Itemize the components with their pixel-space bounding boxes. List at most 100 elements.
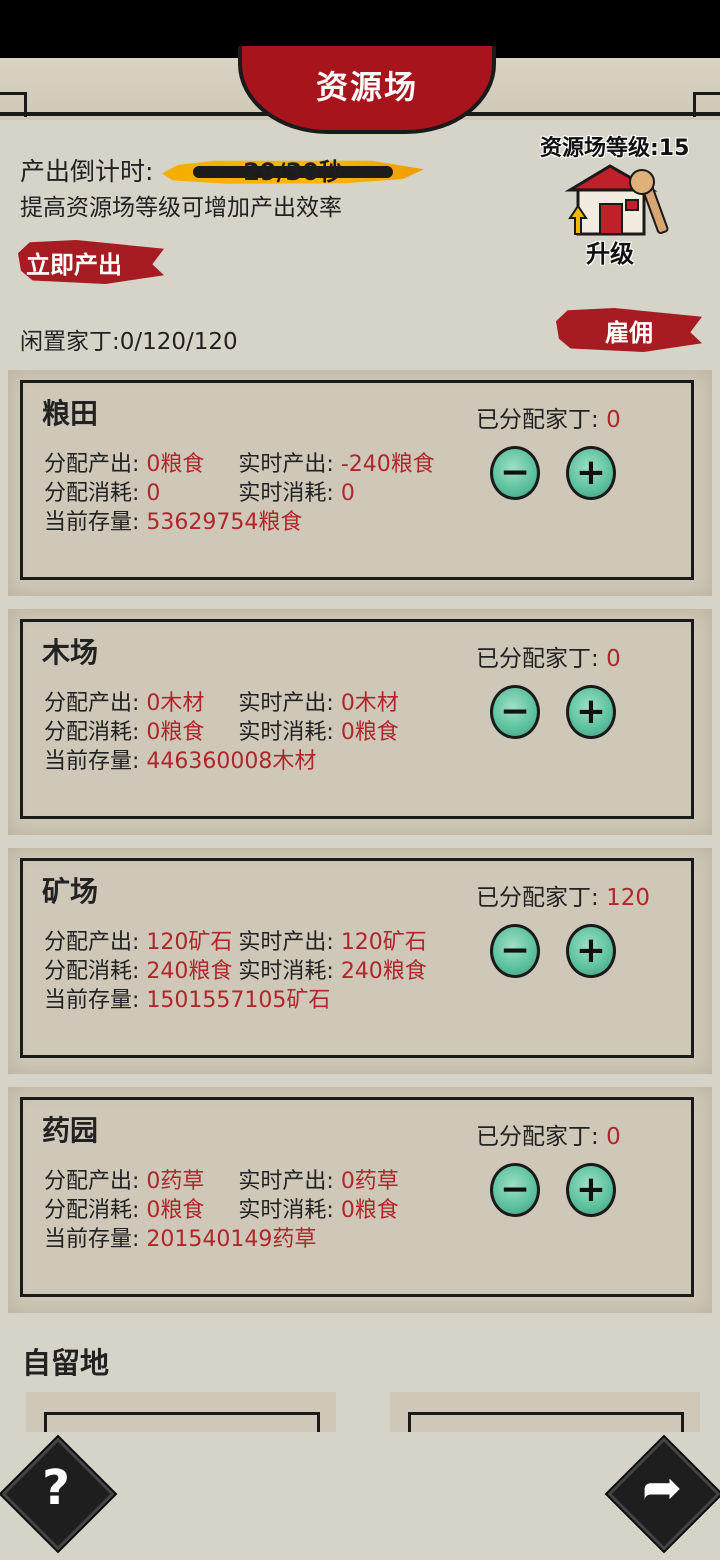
produce-now-button[interactable]: 立即产出 [18,240,164,284]
assign-output-row: 分配产出: 0药草 实时产出: 0药草 [44,1163,399,1195]
assign-cost-row: 分配消耗: 0 实时消耗: 0 [44,475,355,507]
countdown-label: 产出倒计时: [20,157,154,186]
stock-value: 201540149药草 [146,1227,317,1252]
stock-label: 当前存量: [44,988,147,1013]
assigned-workers: 已分配家丁: 120 [476,878,650,912]
live-output-label: 实时产出: [238,930,341,955]
countdown-value: 29/30秒 [243,158,343,186]
resource-card-herb-garden: 药园 分配产出: 0药草 实时产出: 0药草 分配消耗: 0粮食 实时消耗: 0粮食… [8,1087,712,1313]
assign-cost-row: 分配消耗: 240粮食 实时消耗: 240粮食 [44,953,427,985]
assign-output-label: 分配产出: [44,1169,147,1194]
live-output-label: 实时产出: [238,691,341,716]
live-cost-label: 实时消耗: [238,720,341,745]
live-output-value: 0木材 [340,691,399,716]
stock-value: 53629754粮食 [146,510,303,535]
resource-card-lumber-yard: 木场 分配产出: 0木材 实时产出: 0木材 分配消耗: 0粮食 实时消耗: 0粮食… [8,609,712,835]
assign-output-label: 分配产出: [44,930,147,955]
card-title: 木场 [42,636,99,669]
assigned-label: 已分配家丁: [476,407,607,433]
self-land-card-left[interactable] [26,1392,336,1432]
assigned-workers: 已分配家丁: 0 [476,400,621,434]
assign-cost-label: 分配消耗: [44,720,147,745]
assign-output-row: 分配产出: 0粮食 实时产出: -240粮食 [44,446,435,478]
assign-cost-row: 分配消耗: 0粮食 实时消耗: 0粮食 [44,1192,399,1224]
assigned-value: 0 [606,407,621,433]
upgrade-button[interactable]: 升级 [586,234,634,269]
stock-row: 当前存量: 53629754粮食 [44,504,302,536]
increase-workers-button[interactable]: + [566,1163,616,1217]
assigned-label: 已分配家丁: [476,1124,607,1150]
resource-card-mine: 矿场 分配产出: 120矿石 实时产出: 120矿石 分配消耗: 240粮食 实时消… [8,848,712,1074]
live-cost-value: 0 [340,481,355,506]
assigned-value: 120 [606,885,650,911]
assign-output-row: 分配产出: 0木材 实时产出: 0木材 [44,685,399,717]
live-cost-value: 0粮食 [340,1198,399,1223]
help-icon[interactable]: ? [8,1460,104,1516]
assign-cost-label: 分配消耗: [44,481,147,506]
assign-cost-value: 0粮食 [146,1198,205,1223]
assigned-label: 已分配家丁: [476,646,607,672]
live-cost-label: 实时消耗: [238,481,341,506]
stock-row: 当前存量: 446360008木材 [44,743,316,775]
increase-workers-button[interactable]: + [566,685,616,739]
live-cost-label: 实时消耗: [238,959,341,984]
page-title: 资源场 [315,68,418,106]
decrease-workers-button[interactable]: − [490,1163,540,1217]
stock-label: 当前存量: [44,510,147,535]
assign-cost-value: 0 [146,481,161,506]
increase-workers-button[interactable]: + [566,924,616,978]
stock-value: 1501557105矿石 [146,988,331,1013]
corner-ornament-right [693,92,720,117]
assign-output-value: 120矿石 [146,930,233,955]
idle-workers: 闲置家丁:0/120/120 [20,329,238,355]
assign-output-row: 分配产出: 120矿石 实时产出: 120矿石 [44,924,427,956]
assign-cost-label: 分配消耗: [44,959,147,984]
decrease-workers-button[interactable]: − [490,924,540,978]
decrease-workers-button[interactable]: − [490,446,540,500]
stock-label: 当前存量: [44,1227,147,1252]
self-land-card-right[interactable] [390,1392,700,1432]
assigned-workers: 已分配家丁: 0 [476,1117,621,1151]
card-title: 药园 [42,1114,99,1147]
card-frame [408,1412,684,1432]
assigned-value: 0 [606,1124,621,1150]
assign-output-value: 0粮食 [146,452,205,477]
assigned-label: 已分配家丁: [476,885,607,911]
hire-button[interactable]: 雇佣 [556,308,702,352]
stock-row: 当前存量: 201540149药草 [44,1221,316,1253]
live-output-value: 120矿石 [340,930,427,955]
assign-output-value: 0药草 [146,1169,205,1194]
stock-row: 当前存量: 1501557105矿石 [44,982,330,1014]
increase-workers-button[interactable]: + [566,446,616,500]
resource-level-label: 资源场等级:15 [540,136,690,161]
assigned-value: 0 [606,646,621,672]
assign-cost-value: 0粮食 [146,720,205,745]
stock-value: 446360008木材 [146,749,317,774]
corner-ornament-left [0,92,27,117]
self-land-heading: 自留地 [22,1346,110,1380]
resource-card-grain-field: 粮田 分配产出: 0粮食 实时产出: -240粮食 分配消耗: 0 实时消耗: 0 … [8,370,712,596]
live-cost-value: 240粮食 [340,959,427,984]
upgrade-house-icon[interactable] [560,160,670,240]
assign-cost-value: 240粮食 [146,959,233,984]
decrease-workers-button[interactable]: − [490,685,540,739]
card-title: 粮田 [42,397,99,430]
assign-cost-label: 分配消耗: [44,1198,147,1223]
assign-output-label: 分配产出: [44,691,147,716]
assign-output-value: 0木材 [146,691,205,716]
share-arrow-icon[interactable]: ➦ [614,1460,710,1516]
efficiency-hint: 提高资源场等级可增加产出效率 [20,195,342,221]
stock-label: 当前存量: [44,749,147,774]
assigned-workers: 已分配家丁: 0 [476,639,621,673]
page-title-banner: 资源场 [238,46,496,134]
live-output-value: -240粮食 [340,452,435,477]
assign-output-label: 分配产出: [44,452,147,477]
live-output-value: 0药草 [340,1169,399,1194]
card-frame [44,1412,320,1432]
live-output-label: 实时产出: [238,1169,341,1194]
live-cost-label: 实时消耗: [238,1198,341,1223]
assign-cost-row: 分配消耗: 0粮食 实时消耗: 0粮食 [44,714,399,746]
card-title: 矿场 [42,875,99,908]
live-output-label: 实时产出: [238,452,341,477]
live-cost-value: 0粮食 [340,720,399,745]
